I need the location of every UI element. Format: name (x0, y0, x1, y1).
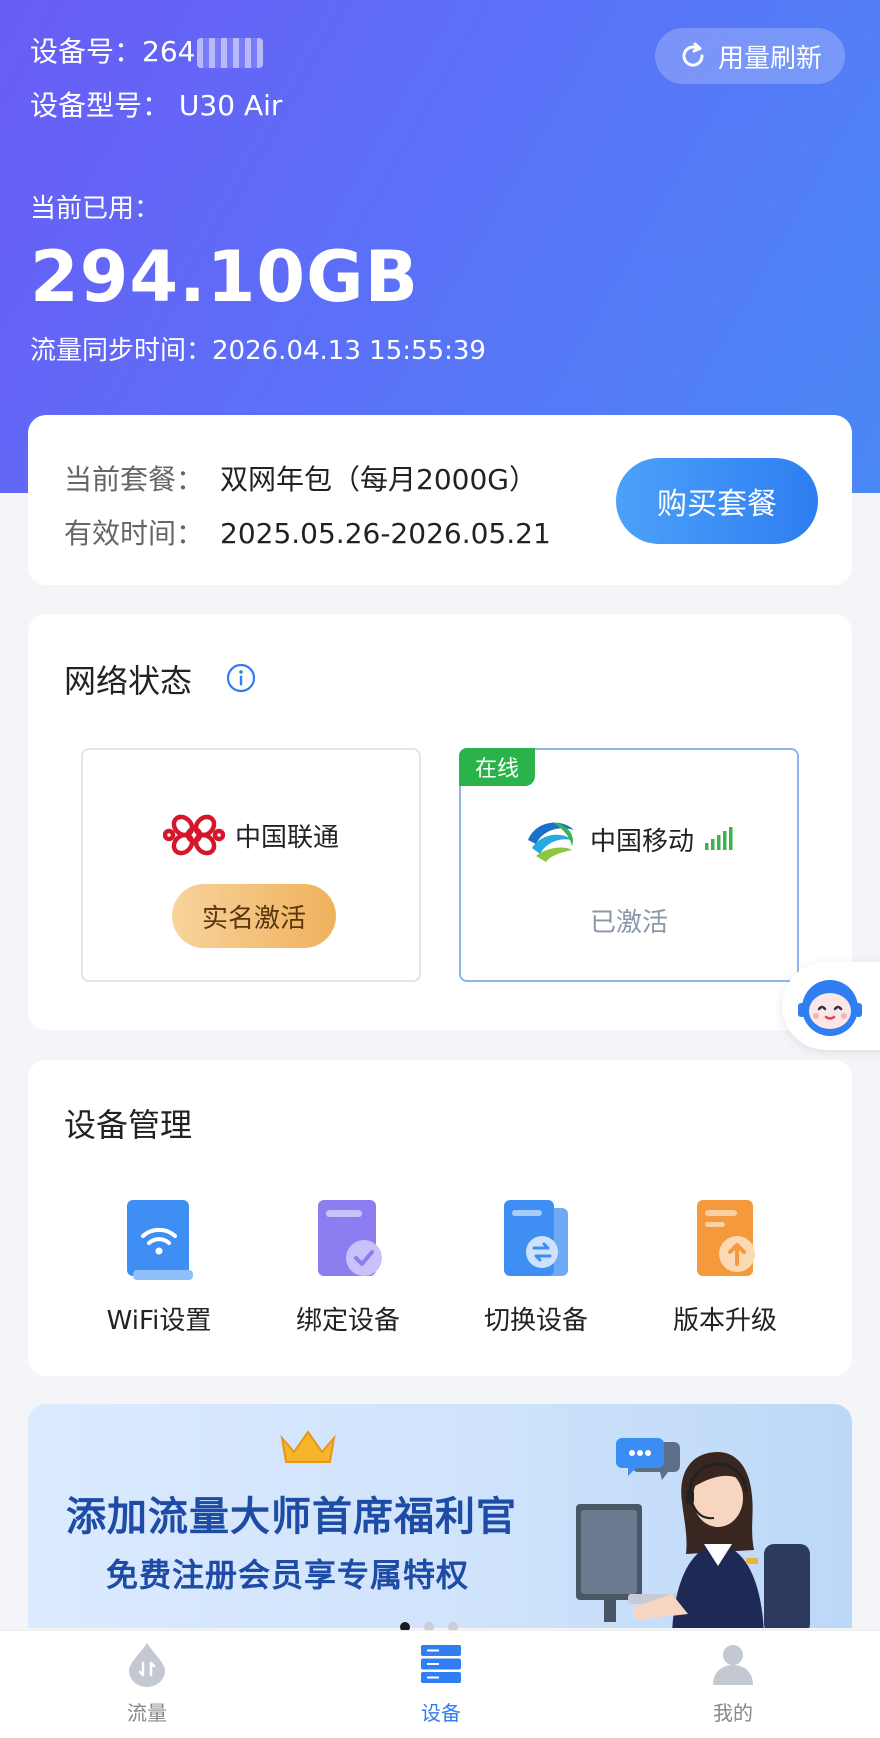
current-plan-value: 双网年包（每月2000G） (220, 463, 537, 496)
used-value: 294.10GB (30, 236, 419, 318)
device-management-title: 设备管理 (64, 1106, 193, 1144)
robot-icon (798, 980, 862, 1036)
bottom-tab-bar: 流量 设备 我的 (0, 1630, 880, 1738)
device-model-value: U30 Air (178, 89, 283, 122)
device-model: 设备型号： U30 Air (30, 84, 282, 124)
operator-name-mobile: 中国移动 (461, 810, 797, 868)
china-unicom-logo-icon (162, 814, 225, 856)
sync-time: 流量同步时间：2026.04.13 15:55:39 (30, 330, 486, 367)
switch-device-item[interactable]: 切换设备 (456, 1196, 616, 1337)
signal-strength-icon (705, 827, 733, 850)
network-status-title: 网络状态 (64, 662, 193, 700)
usage-refresh-button[interactable]: 用量刷新 (655, 28, 845, 84)
device-model-label: 设备型号： (30, 89, 171, 122)
sync-time-label: 流量同步时间： (30, 336, 213, 366)
tab-device[interactable]: 设备 (371, 1641, 511, 1726)
wifi-settings-item[interactable]: WiFi设置 (79, 1196, 239, 1337)
banner-line1: 添加流量大师首席福利官 (66, 1494, 517, 1540)
device-id-value: 264 (142, 35, 196, 68)
masked-digits (197, 38, 264, 68)
valid-time-label: 有效时间： (64, 517, 205, 550)
tab-device-label: 设备 (421, 1701, 461, 1725)
device-id-label: 设备号： (30, 35, 143, 68)
version-upgrade-label: 版本升级 (672, 1306, 777, 1336)
bind-device-item[interactable]: 绑定设备 (268, 1196, 428, 1337)
traffic-drop-icon (129, 1643, 165, 1687)
operator-name-unicom: 中国联通 (83, 810, 419, 860)
online-badge: 在线 (459, 748, 535, 786)
tab-mine[interactable]: 我的 (663, 1641, 803, 1726)
tab-traffic[interactable]: 流量 (77, 1641, 217, 1726)
mobile-name: 中国移动 (589, 826, 694, 857)
current-plan-label: 当前套餐： (64, 463, 205, 496)
customer-service-illustration (576, 1452, 810, 1628)
banner-line2: 免费注册会员享专属特权 (106, 1556, 470, 1594)
current-plan-row: 当前套餐： 双网年包（每月2000G） (64, 458, 537, 498)
wifi-settings-icon (127, 1200, 193, 1280)
used-label: 当前已用： (30, 194, 161, 224)
device-id: 设备号：264 (30, 30, 264, 70)
valid-time-value: 2025.05.26-2026.05.21 (220, 517, 551, 550)
refresh-label: 用量刷新 (717, 43, 822, 74)
china-mobile-logo-icon (527, 822, 574, 862)
activated-status: 已激活 (589, 908, 668, 938)
valid-time-row: 有效时间： 2025.05.26-2026.05.21 (64, 512, 551, 552)
bind-device-label: 绑定设备 (295, 1306, 400, 1336)
crown-icon (280, 1430, 336, 1463)
switch-device-icon (504, 1200, 568, 1276)
version-upgrade-icon (697, 1200, 755, 1276)
bind-device-icon (318, 1200, 382, 1276)
wifi-settings-label: WiFi设置 (106, 1306, 212, 1336)
unicom-name: 中国联通 (234, 822, 339, 853)
assistant-robot-button[interactable] (782, 962, 880, 1050)
operator-card-unicom[interactable]: 中国联通 实名激活 (81, 748, 421, 982)
device-stack-icon (421, 1645, 461, 1683)
info-icon[interactable] (225, 662, 257, 694)
buy-plan-button[interactable]: 购买套餐 (616, 458, 818, 544)
sync-time-value: 2026.04.13 15:55:39 (212, 336, 486, 366)
promo-banner[interactable]: 添加流量大师首席福利官 免费注册会员享专属特权 (28, 1404, 852, 1628)
switch-device-label: 切换设备 (483, 1306, 588, 1336)
version-upgrade-item[interactable]: 版本升级 (645, 1196, 805, 1337)
refresh-icon (682, 42, 704, 67)
operator-card-mobile[interactable]: 在线 中国移动 已激活 (459, 748, 799, 982)
tab-mine-label: 我的 (713, 1701, 753, 1725)
user-profile-icon (713, 1645, 753, 1685)
realname-activate-button[interactable]: 实名激活 (172, 884, 336, 948)
tab-traffic-label: 流量 (127, 1701, 167, 1725)
